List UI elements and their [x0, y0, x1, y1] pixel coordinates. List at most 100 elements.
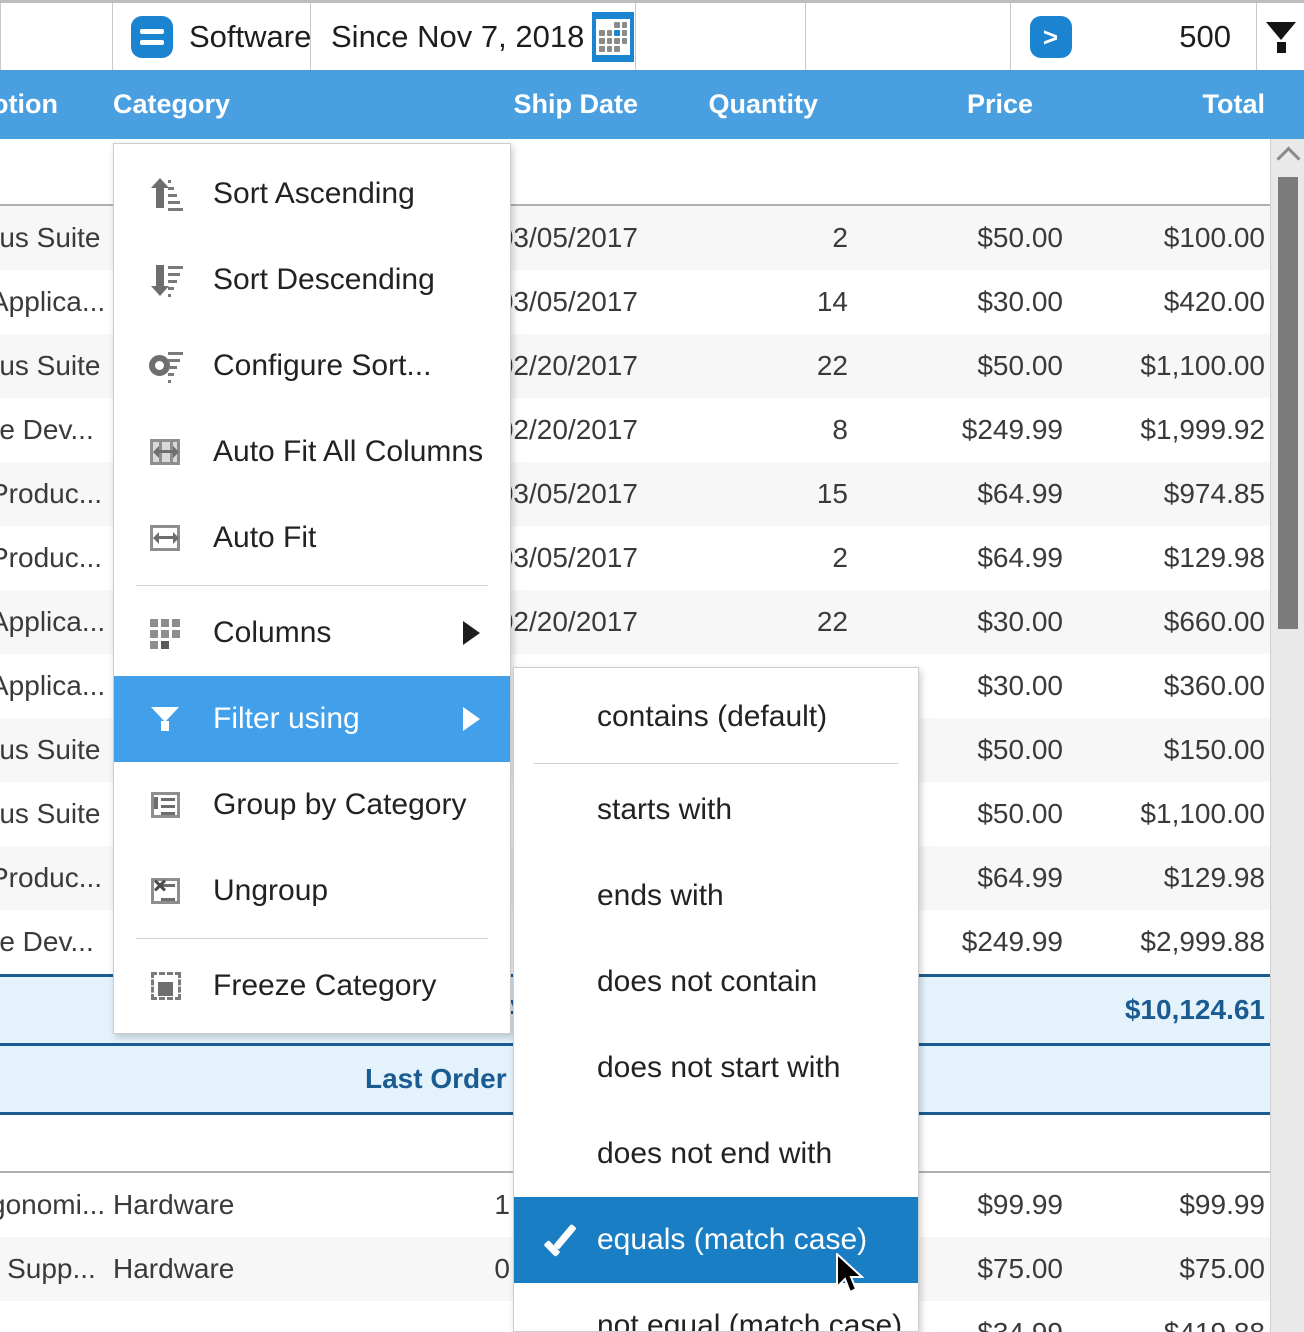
cell-total: $129.98 — [1163, 542, 1265, 573]
column-header-category[interactable]: Category — [113, 70, 313, 139]
menu-item-label: Ungroup — [213, 874, 329, 907]
configure-sort-icon — [149, 349, 183, 383]
ungroup-icon — [149, 874, 183, 908]
cell-quantity: 1 — [494, 1189, 510, 1220]
cell-total: $1,100.00 — [1140, 798, 1265, 829]
submenu-item-does-not-contain[interactable]: does not contain — [514, 939, 918, 1025]
cell-description: Applica... — [0, 670, 105, 701]
submenu-item-label: does not end with — [597, 1137, 833, 1170]
cell-description: rus Suite — [0, 222, 101, 253]
submenu-item-not-equal-match-case[interactable]: not equal (match case) — [514, 1283, 918, 1332]
column-header-description[interactable]: otion — [0, 70, 102, 139]
vertical-scrollbar[interactable] — [1270, 139, 1304, 1332]
cell-total: $974.85 — [1163, 478, 1265, 509]
filter-cell-ship-date[interactable]: Since Nov 7, 2018 — [311, 3, 636, 70]
cell-quantity: 2 — [832, 222, 848, 253]
filter-value-ship-date: Since Nov 7, 2018 — [331, 18, 585, 54]
submenu-item-does-not-end-with[interactable]: does not end with — [514, 1111, 918, 1197]
menu-item-sort-descending[interactable]: Sort Descending — [114, 237, 510, 323]
sort-ascending-icon — [149, 177, 183, 211]
scroll-up-arrow-icon[interactable] — [1271, 139, 1304, 173]
auto-fit-icon — [149, 521, 183, 555]
submenu-item-label: ends with — [597, 879, 724, 912]
cell-quantity: 15 — [816, 478, 848, 509]
group-by-icon — [149, 788, 183, 822]
submenu-item-label: does not start with — [597, 1051, 841, 1084]
submenu-separator — [534, 763, 898, 764]
column-header-total[interactable]: Total — [1040, 70, 1266, 139]
cell-total: $660.00 — [1163, 606, 1265, 637]
menu-item-sort-ascending[interactable]: Sort Ascending — [114, 151, 510, 237]
scrollbar-thumb[interactable] — [1278, 177, 1298, 629]
cell-total: $1,100.00 — [1140, 350, 1265, 381]
menu-item-label: Group by Category — [213, 788, 467, 821]
submenu-item-starts-with[interactable]: starts with — [514, 767, 918, 853]
menu-separator — [136, 938, 488, 939]
menu-item-filter-using[interactable]: Filter using — [114, 676, 510, 762]
submenu-item-equals-match-case[interactable]: equals (match case) — [514, 1197, 918, 1283]
cell-description: gonomi... — [0, 1189, 106, 1220]
cell-price: $249.99 — [961, 414, 1063, 445]
filter-cell-total[interactable]: > 500 — [1011, 3, 1257, 70]
submenu-item-label: not equal (match case) — [597, 1309, 903, 1332]
menu-item-configure-sort[interactable]: Configure Sort... — [114, 323, 510, 409]
cell-description: Produc... — [0, 862, 103, 893]
submenu-item-label: starts with — [597, 793, 733, 826]
summary-total: $10,124.61 — [1124, 994, 1265, 1025]
submenu-item-contains[interactable]: contains (default) — [514, 674, 918, 760]
cell-price: $64.99 — [977, 478, 1063, 509]
cell-total: $2,999.88 — [1140, 926, 1265, 957]
filter-value-total: 500 — [1179, 18, 1231, 54]
menu-item-label: Configure Sort... — [213, 349, 432, 382]
cell-description: rus Suite — [0, 734, 101, 765]
column-header-ship-date[interactable]: Ship Date — [380, 70, 638, 139]
equals-icon[interactable] — [131, 15, 173, 58]
cell-category: Hardware — [113, 1253, 235, 1284]
column-header-quantity[interactable]: Quantity — [648, 70, 818, 139]
submenu-item-does-not-start-with[interactable]: does not start with — [514, 1025, 918, 1111]
cell-description: Applica... — [0, 286, 105, 317]
menu-separator — [136, 585, 488, 586]
menu-item-label: Sort Descending — [213, 263, 435, 296]
cell-quantity: 22 — [816, 350, 848, 381]
cell-quantity: 22 — [816, 606, 848, 637]
cell-total: $360.00 — [1163, 670, 1265, 701]
greater-than-symbol: > — [1042, 21, 1059, 52]
filter-cell-quantity[interactable] — [636, 3, 806, 70]
cell-description: rus Suite — [0, 798, 101, 829]
submenu-item-label: contains (default) — [597, 700, 828, 733]
menu-item-auto-fit-all-columns[interactable]: Auto Fit All Columns — [114, 409, 510, 495]
menu-item-ungroup[interactable]: Ungroup — [114, 848, 510, 934]
column-header-price[interactable]: Price — [828, 70, 1033, 139]
cell-description: Produc... — [0, 478, 103, 509]
cell-quantity: 2 — [832, 542, 848, 573]
filter-cell-category[interactable]: Software — [113, 3, 311, 70]
calendar-icon[interactable] — [592, 11, 635, 62]
submenu-item-ends-with[interactable]: ends with — [514, 853, 918, 939]
filter-cell-price[interactable] — [806, 3, 1011, 70]
auto-fit-all-icon — [149, 435, 183, 469]
filter-cell-description[interactable] — [0, 3, 113, 70]
menu-item-label: Sort Ascending — [213, 177, 415, 210]
cell-description: re Dev... — [0, 414, 94, 445]
cell-price: $64.99 — [977, 542, 1063, 573]
menu-item-label: Filter using — [213, 702, 360, 735]
menu-item-auto-fit[interactable]: Auto Fit — [114, 495, 510, 581]
menu-item-columns[interactable]: Columns — [114, 590, 510, 676]
cell-total: $75.00 — [1179, 1253, 1265, 1284]
filter-using-submenu: contains (default) starts with ends with… — [513, 667, 919, 1332]
submenu-item-label: equals (match case) — [597, 1223, 868, 1256]
freeze-icon — [149, 969, 183, 1003]
cell-quantity: 8 — [832, 414, 848, 445]
menu-item-group-by-category[interactable]: Group by Category — [114, 762, 510, 848]
chevron-right-icon — [463, 621, 480, 645]
cell-description: Applica... — [0, 606, 105, 637]
cell-price: $50.00 — [977, 222, 1063, 253]
greater-than-icon[interactable]: > — [1030, 15, 1072, 58]
cell-description: re Dev... — [0, 926, 94, 957]
cell-price: $30.00 — [977, 606, 1063, 637]
menu-item-freeze-category[interactable]: Freeze Category — [114, 943, 510, 1029]
cell-total: $99.99 — [1179, 1189, 1265, 1220]
columns-icon — [149, 616, 183, 650]
filter-funnel-icon[interactable] — [1257, 3, 1304, 70]
